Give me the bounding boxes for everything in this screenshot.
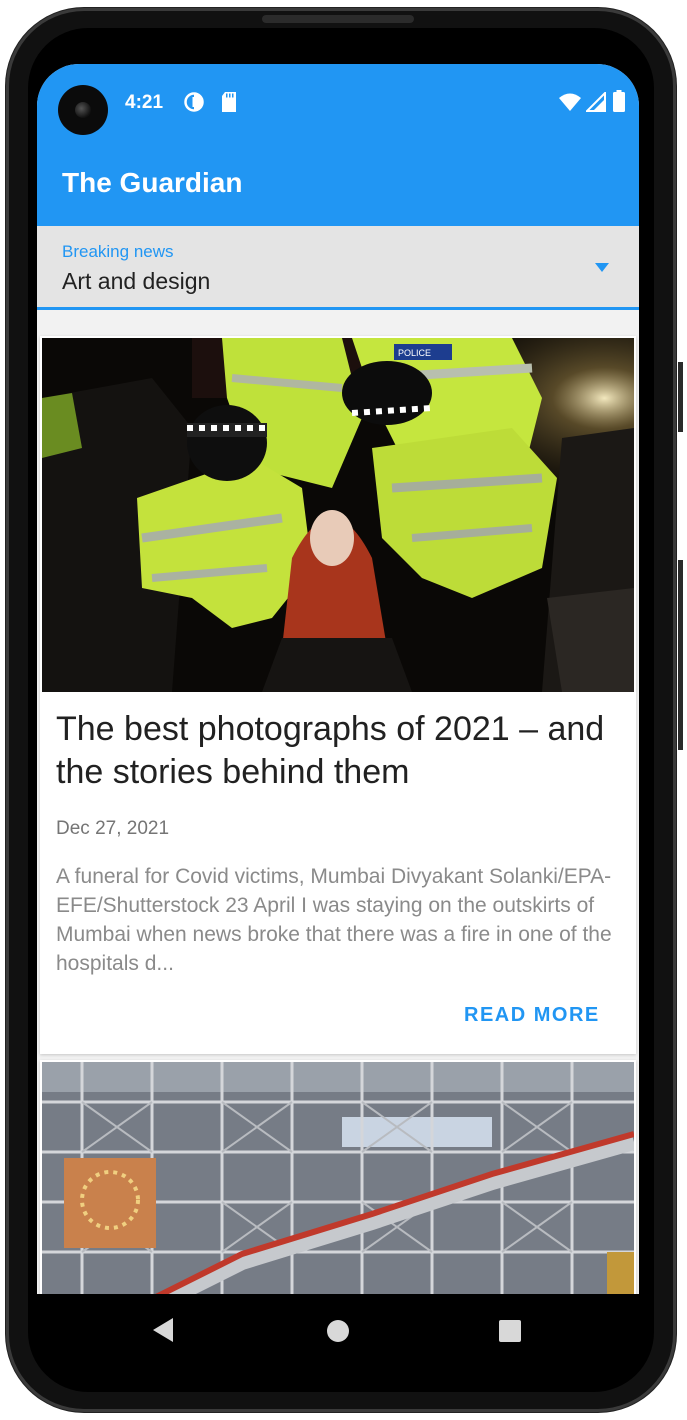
building-photo xyxy=(42,1062,634,1294)
article-feed[interactable]: POLICE The best photographs of 2021 – an… xyxy=(37,313,639,1294)
dropdown-label: Breaking news xyxy=(62,242,174,261)
navigation-bar xyxy=(37,1294,639,1370)
signal-icon xyxy=(586,92,606,112)
battery-icon xyxy=(613,90,625,112)
read-more-button[interactable]: READ MORE xyxy=(464,1004,600,1027)
article-date: Dec 27, 2021 xyxy=(56,818,170,839)
article-headline[interactable]: The best photographs of 2021 – and the s… xyxy=(56,708,616,794)
volume-button xyxy=(678,560,683,750)
article-card[interactable] xyxy=(40,1060,636,1294)
app-title: The Guardian xyxy=(62,167,243,198)
earpiece xyxy=(262,15,414,23)
recents-icon[interactable] xyxy=(499,1320,521,1342)
protest-photo: POLICE xyxy=(42,338,634,692)
article-card[interactable]: POLICE The best photographs of 2021 – an… xyxy=(40,336,636,1054)
side-button xyxy=(678,362,683,432)
article-summary: A funeral for Covid victims, Mumbai Divy… xyxy=(56,865,612,975)
app-bar: The Guardian xyxy=(37,140,639,226)
dropdown-arrow-icon[interactable] xyxy=(595,263,609,273)
dropdown-selected-value: Art and design xyxy=(62,268,211,294)
data-saver-icon xyxy=(184,92,204,112)
article-image[interactable]: POLICE xyxy=(42,338,634,692)
back-icon[interactable] xyxy=(153,1318,173,1342)
screen: 4:21 The Guardian Breaking news Art and xyxy=(37,64,639,1294)
article-image[interactable] xyxy=(42,1062,634,1294)
section-dropdown[interactable]: Breaking news Art and design xyxy=(37,226,639,310)
wifi-icon xyxy=(559,93,581,111)
status-bar: 4:21 xyxy=(37,64,639,140)
front-camera xyxy=(58,85,108,135)
sd-card-icon xyxy=(222,92,236,112)
home-icon[interactable] xyxy=(327,1320,349,1342)
status-time: 4:21 xyxy=(125,92,164,113)
svg-text:POLICE: POLICE xyxy=(398,348,431,358)
